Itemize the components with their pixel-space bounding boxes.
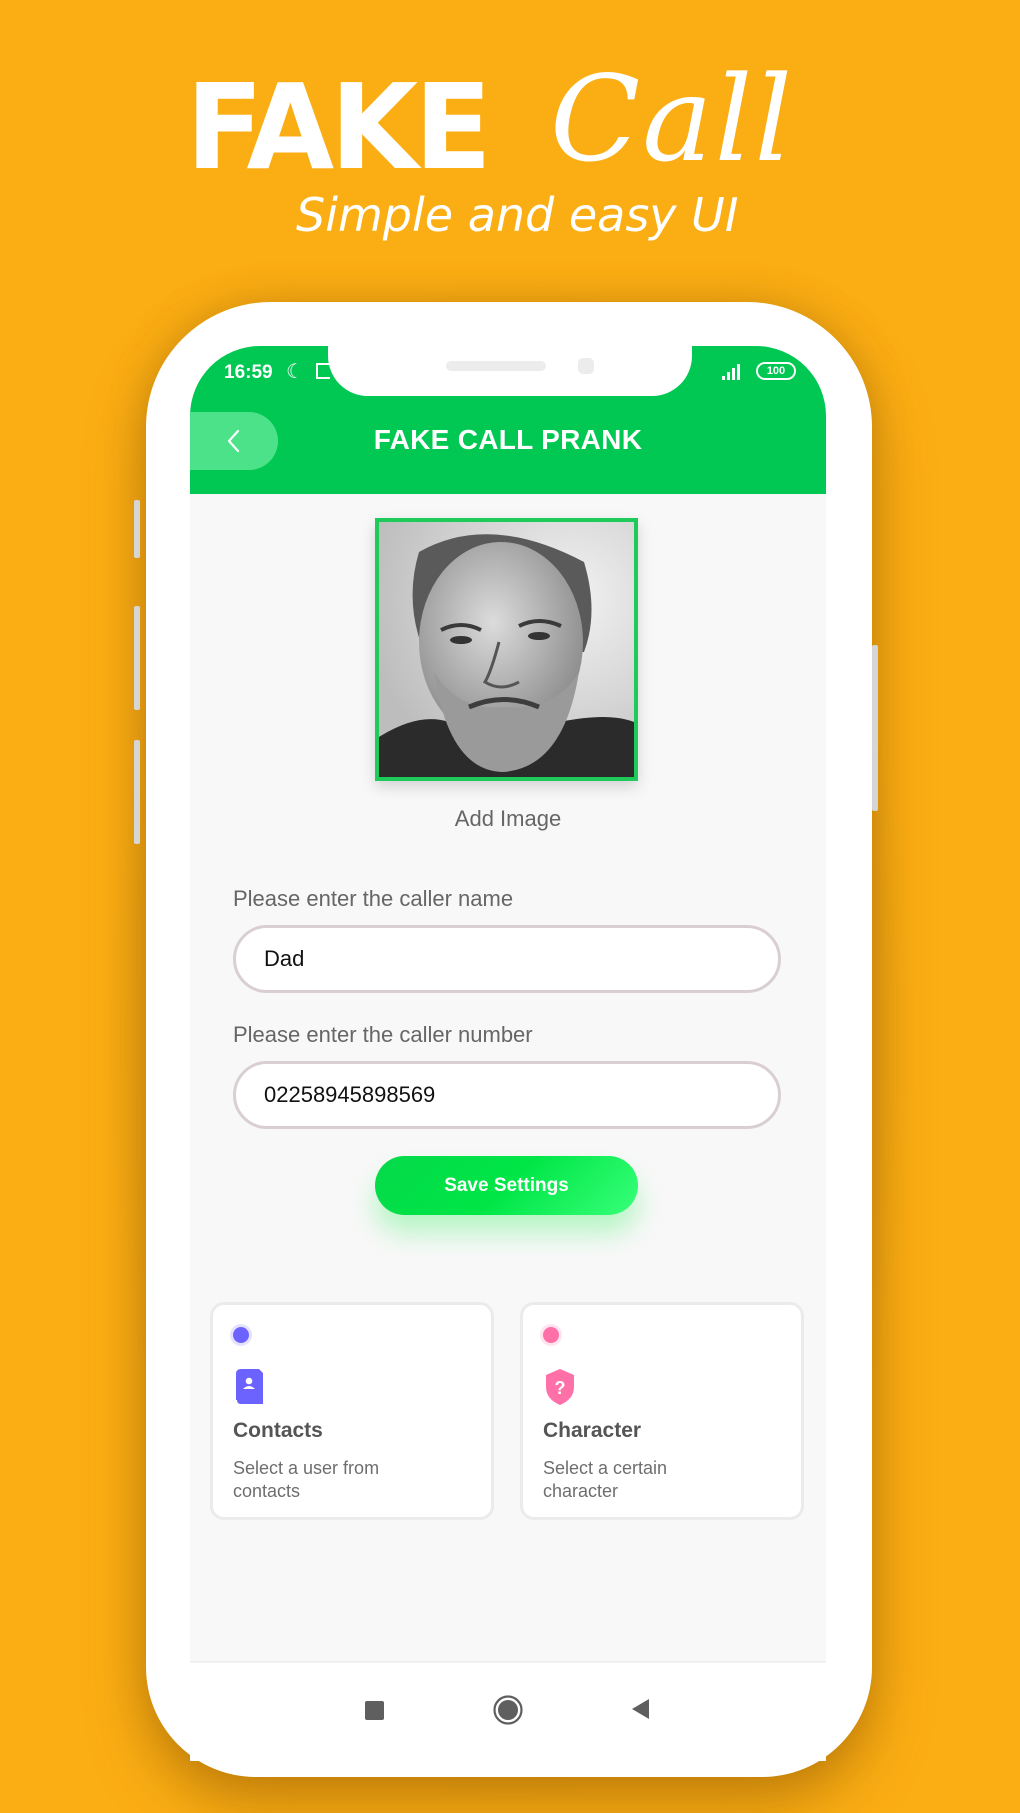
recents-square-icon	[365, 1701, 384, 1720]
card-description: Select a certain character	[543, 1458, 668, 1501]
phone-frame: 16:59 ☾ 100 FAKE CALL PRANK Add Image Pl…	[134, 302, 878, 1777]
card-indicator-dot	[543, 1327, 559, 1343]
card-description: Select a user from contacts	[233, 1458, 380, 1501]
home-circle-icon	[493, 1695, 523, 1725]
camera-notch	[328, 346, 692, 396]
speaker-grille	[446, 361, 546, 371]
contact-book-icon	[235, 1369, 263, 1406]
back-triangle-icon	[632, 1699, 649, 1719]
moon-icon: ☾	[286, 361, 304, 383]
page-title: FAKE CALL PRANK	[373, 424, 643, 455]
add-image-label[interactable]: Add Image	[190, 806, 826, 832]
svg-text:?: ?	[555, 1378, 566, 1398]
recents-button[interactable]	[364, 1699, 386, 1726]
caller-portrait-image	[379, 522, 634, 777]
character-card[interactable]: ? Character Select a certain character	[520, 1302, 804, 1520]
battery-icon: 100	[756, 362, 796, 380]
phone-side-button	[872, 645, 878, 811]
phone-side-button	[134, 500, 140, 558]
caller-number-input[interactable]	[233, 1061, 781, 1129]
caller-name-label: Please enter the caller name	[233, 886, 514, 911]
caller-photo[interactable]	[375, 518, 638, 781]
front-camera	[578, 358, 594, 374]
back-nav-button[interactable]	[630, 1697, 652, 1726]
app-screen: 16:59 ☾ 100 FAKE CALL PRANK Add Image Pl…	[190, 346, 826, 1661]
home-button[interactable]	[492, 1694, 524, 1731]
card-indicator-dot	[233, 1327, 249, 1343]
contacts-card[interactable]: Contacts Select a user from contacts	[210, 1302, 494, 1520]
promo-title-fake: FAKE	[186, 58, 492, 196]
phone-side-button	[134, 740, 140, 844]
caller-name-input[interactable]	[233, 925, 781, 993]
signal-icon	[722, 362, 748, 380]
promo-title-call: Call	[550, 50, 795, 188]
shield-question-icon: ?	[546, 1369, 574, 1405]
card-title: Character	[543, 1419, 642, 1442]
promo-title: FAKE Call Simple and easy UI	[186, 50, 826, 238]
phone-side-button	[134, 606, 140, 710]
caller-number-label: Please enter the caller number	[233, 1022, 533, 1047]
app-bar: 16:59 ☾ 100 FAKE CALL PRANK	[190, 346, 826, 494]
status-time: 16:59	[224, 362, 273, 383]
system-nav-bar	[190, 1661, 826, 1761]
promo-subtitle: Simple and easy UI	[296, 188, 739, 242]
save-settings-button[interactable]: Save Settings	[375, 1156, 638, 1215]
notification-icon	[316, 363, 330, 379]
card-title: Contacts	[233, 1419, 323, 1442]
